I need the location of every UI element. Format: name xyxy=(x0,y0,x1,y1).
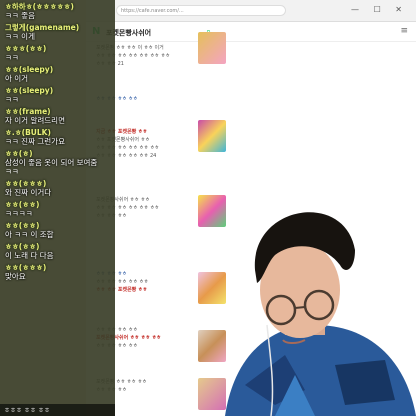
chat-message: ㅎㅎ(sleepy) 아 이거 xyxy=(0,63,115,84)
post-text-line: 지금 ㅎㅎ 포켓몬빵 ㅎㅎ xyxy=(96,129,148,135)
post-text-line: ㅎㅎ ㅎㅎ ㅎㅎ ㅎㅎ ㅎㅎ ㅎㅎ xyxy=(96,145,160,151)
chat-message: ㅎㅎㅎ(ㅎㅎ) ㅋㅋ xyxy=(0,42,115,63)
chat-text: ㅋㅋ 진짜 그런가요 xyxy=(5,137,65,146)
chat-text: ㅋㅋ 이게 xyxy=(5,32,35,41)
post-text-line: ㅎㅎ ㅎㅎ 21 xyxy=(96,61,124,67)
chat-message: 그렇게(gamename) ㅋㅋ 이게 xyxy=(0,21,115,42)
cafe-header: N 포켓몬빵사쉬어 ⌕ ≡ xyxy=(86,22,416,42)
chat-text: 맞아요 xyxy=(5,272,26,281)
chat-message: ㅎㅎ(ㅎㅎㅎ) 와 진짜 이거다 xyxy=(0,177,115,198)
window-controls[interactable]: — ☐ ✕ xyxy=(351,5,408,14)
chat-text: 이 노래 다 다음 xyxy=(5,251,54,260)
chat-text: 아 ㅋㅋ 이 조합 xyxy=(5,230,54,239)
live-chat-overlay: ㅎ하하ㅎ(ㅎㅎㅎㅎㅎ) ㅋㅋ 좋음 그렇게(gamename) ㅋㅋ 이게 ㅎㅎㅎ(ㅎㅎ… xyxy=(0,0,115,416)
chat-message: ㅎㅎ(ㅎㅎ) 아 ㅋㅋ 이 조합 xyxy=(0,219,115,240)
browser-toolbar: https://cafe.naver.com/... — ☐ ✕ xyxy=(86,0,416,22)
chat-message: ㅎㅎ(ㅎㅎ) 이 노래 다 다음 xyxy=(0,240,115,261)
streamer-webcam xyxy=(225,212,416,416)
post-text-line: ㅎㅎ ㅎㅎ ㅎㅎ ㅎㅎ ㅎㅎ 24 xyxy=(96,153,157,159)
chat-text: 자 이거 알려드리면 xyxy=(5,116,65,125)
chat-message: ㅎ.ㅎ(BULK) ㅋㅋ 진짜 그런가요 xyxy=(0,126,115,147)
chat-text: ㅋㅋ xyxy=(5,53,19,62)
post-item[interactable]: 지금 ㅎㅎ 포켓몬빵 ㅎㅎ ㅎㅎ 포켓몬빵사쉬어 ㅎㅎㅎㅎ ㅎㅎ ㅎㅎ ㅎㅎ ㅎㅎ… xyxy=(96,128,396,160)
post-text-line: ㅎㅎ 포켓몬빵사쉬어 ㅎㅎ xyxy=(96,137,150,143)
chat-text: ㅋㅋ 좋음 xyxy=(5,11,35,20)
chat-text: ㅋㅋ xyxy=(5,95,19,104)
post-item[interactable]: ㅎㅎ ㅎㅎ ㅎㅎ ㅎㅎ xyxy=(96,95,396,103)
chat-message: ㅎㅎ(frame) 자 이거 알려드리면 xyxy=(0,105,115,126)
chat-message: ㅎㅎ(sleepy) ㅋㅋ xyxy=(0,84,115,105)
chat-text: ㅋㅋ xyxy=(5,167,19,176)
chat-message: ㅎ하하ㅎ(ㅎㅎㅎㅎㅎ) ㅋㅋ 좋음 xyxy=(0,0,115,21)
post-thumbnail[interactable] xyxy=(198,32,226,64)
post-text-line: ㅎㅎ ㅎㅎ ㅎㅎ ㅎㅎ ㅎㅎ ㅎㅎ ㅎㅎ xyxy=(96,53,170,59)
post-item[interactable]: 포켓몬빵 ㅎㅎ ㅎㅎ 이 ㅎㅎ 이거 ㅎㅎ ㅎㅎ ㅎㅎ ㅎㅎ ㅎㅎ ㅎㅎ ㅎㅎㅎㅎ… xyxy=(96,44,396,68)
chat-message: ㅎㅎ(ㅎ) 삼성이 좋음 옷이 되어 보여줌 ㅋㅋ xyxy=(0,147,115,177)
chat-message: ㅎㅎ(ㅎㅎㅎ) 맞아요 xyxy=(0,261,115,282)
post-text-line: ㅎㅎ ㅎㅎ ㅎㅎ ㅎㅎ xyxy=(96,96,138,102)
chat-text: ㅋㅋㅋㅋ xyxy=(5,209,33,218)
chat-text: 와 진짜 이거다 xyxy=(5,188,52,197)
post-text-line: 포켓몬빵 ㅎㅎ ㅎㅎ 이 ㅎㅎ 이거 xyxy=(96,45,164,51)
chat-status-bar: ㅎㅎㅎ ㅎㅎ ㅎㅎ xyxy=(0,404,115,416)
chat-text: 아 이거 xyxy=(5,74,29,83)
menu-icon[interactable]: ≡ xyxy=(400,26,408,36)
post-thumbnail[interactable] xyxy=(198,120,226,152)
chat-message: ㅎㅎ(ㅎㅎ) ㅋㅋㅋㅋ xyxy=(0,198,115,219)
address-bar[interactable]: https://cafe.naver.com/... xyxy=(116,5,286,16)
chat-message-list: ㅎ하하ㅎ(ㅎㅎㅎㅎㅎ) ㅋㅋ 좋음 그렇게(gamename) ㅋㅋ 이게 ㅎㅎㅎ(ㅎㅎ… xyxy=(0,0,115,282)
